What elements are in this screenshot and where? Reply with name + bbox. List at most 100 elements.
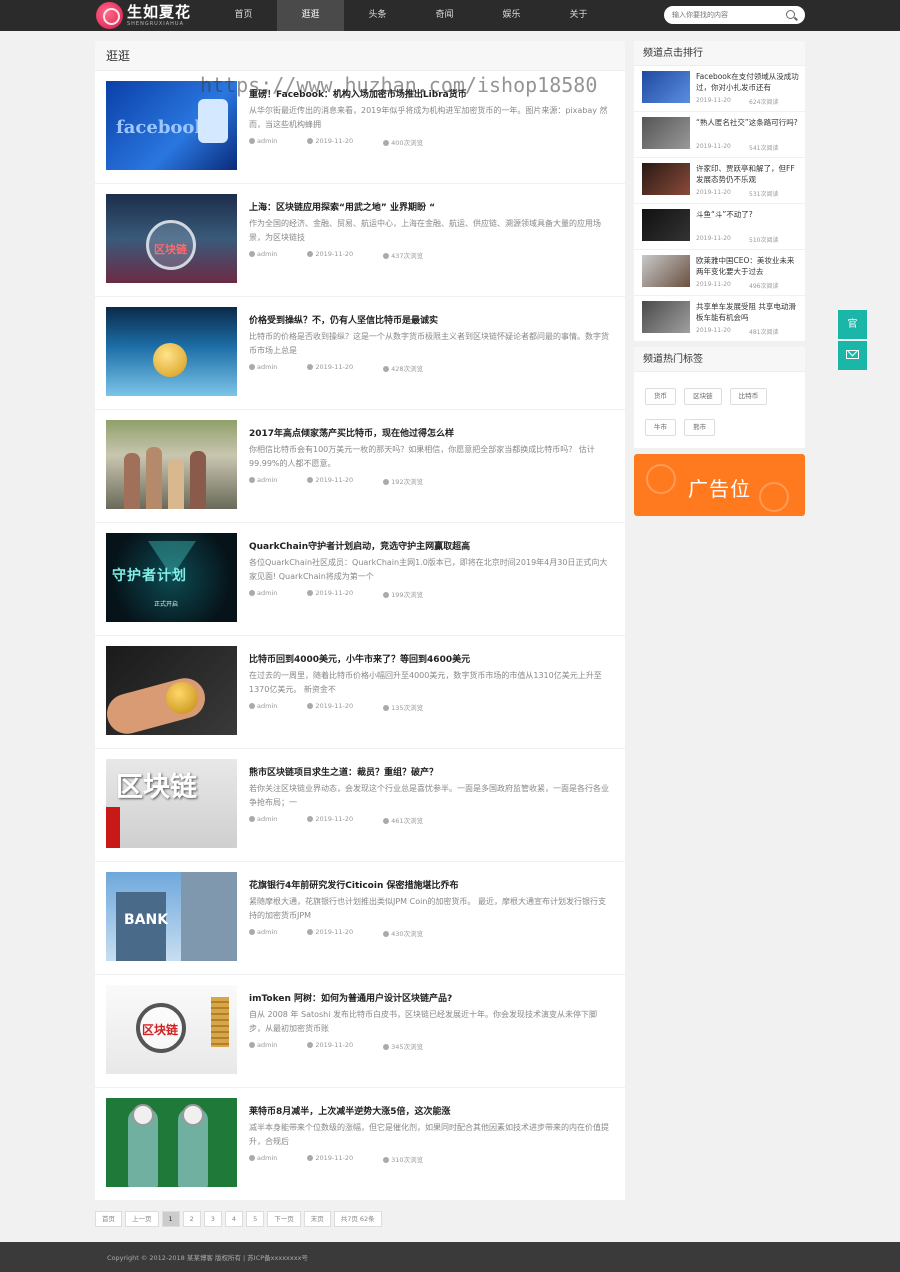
article-meta: admin 2019-11-20 430次浏览 [249,928,453,938]
thumbnail-text: BANK [124,912,169,928]
article-thumbnail[interactable]: 区块链 [106,759,237,848]
ranking-item[interactable]: 斗鱼“斗”不动了? 2019-11-20 510次阅读 [634,204,805,250]
article-excerpt: 自从 2008 年 Satoshi 发布比特币白皮书，区块链已经发展近十年。你会… [249,1010,598,1033]
ranking-item[interactable]: 许家印、贾跃亭和解了，但FF发展态势仍不乐观 2019-11-20 531次阅读 [634,158,805,204]
site-logo[interactable]: 生如夏花 SHENGRUXIAHUA [96,2,191,29]
tag-link[interactable]: 牛市 [645,419,676,436]
page-number[interactable]: 2 [182,1211,201,1227]
page-number[interactable]: 4 [224,1211,244,1227]
article-item[interactable]: 价格受到操纵？不，仍有人坚信比特币是最诚实 比特币的价格是否收到操纵？这是一个从… [95,297,625,410]
article-thumbnail[interactable] [106,646,237,735]
ranking-thumbnail[interactable] [642,163,690,195]
article-title[interactable]: 上海：区块链应用探索“用武之地” 业界期盼 “ [249,200,609,213]
ranking-thumbnail[interactable] [642,301,690,333]
ranking-thumbnail[interactable] [642,255,690,287]
nav-item-about[interactable]: 关于 [545,0,612,31]
article-title[interactable]: 莱特币8月减半，上次减半逆势大涨5倍，这次能涨 [249,1104,609,1117]
article-thumbnail[interactable]: 区块链 [106,194,237,283]
search-icon[interactable] [786,10,795,19]
eye-icon [383,253,390,259]
search-input[interactable] [672,9,782,21]
clock-icon [307,251,314,257]
article-thumbnail[interactable]: 区块链 [106,985,237,1074]
ranking-item-views: 541次阅读 [749,145,779,152]
article-thumbnail[interactable] [106,1098,237,1187]
article-author: admin [257,363,278,371]
clock-icon [307,703,314,709]
thumbnail-text: facebook [116,117,207,138]
tag-link[interactable]: 区块链 [684,388,722,405]
article-title[interactable]: QuarkChain守护者计划启动，竞选守护主网赢取超高 [249,539,609,552]
article-item[interactable]: 区块链 imToken 阿树：如何为普通用户设计区块链产品? 自从 2008 年… [95,975,625,1088]
clock-icon [307,364,314,370]
article-item[interactable]: 区块链 熊市区块链项目求生之道：裁员？重组？破产？ 若你关注区块链业界动态，会发… [95,749,625,862]
ranking-item-title[interactable]: 共享单车发展受阻 共享电动滑板车能有机会吗 [696,301,800,323]
ranking-thumbnail[interactable] [642,209,690,241]
article-title[interactable]: 2017年高点倾家荡产买比特币，现在他过得怎么样 [249,426,609,439]
ranking-item-title[interactable]: 欧莱雅中国CEO：美妆业未来两年变化要大于过去 [696,255,800,277]
article-thumbnail[interactable] [106,307,237,396]
article-item[interactable]: 守护者计划 正式开启 QuarkChain守护者计划启动，竞选守护主网赢取超高 各… [95,523,625,636]
page-next[interactable]: 下一页 [267,1211,301,1227]
page-number[interactable]: 5 [246,1211,265,1227]
tag-link[interactable]: 熊市 [684,419,716,436]
article-excerpt: 减半本身能带来个位数级的涨幅，但它是催化剂，如果同时配合其他因素如技术进步带来的… [249,1123,609,1146]
article-thumbnail[interactable]: 守护者计划 正式开启 [106,533,237,622]
ranking-item[interactable]: “熟人匿名社交”这条路可行吗? 2019-11-20 541次阅读 [634,112,805,158]
official-button[interactable]: 官 [838,310,867,339]
ranking-thumbnail[interactable] [642,117,690,149]
page-number[interactable]: 3 [203,1211,222,1227]
ranking-item-title[interactable]: 斗鱼“斗”不动了? [696,209,800,231]
article-item[interactable]: 2017年高点倾家荡产买比特币，现在他过得怎么样 你相信比特币会有100万美元一… [95,410,625,523]
article-title[interactable]: imToken 阿树：如何为普通用户设计区块链产品? [249,991,609,1004]
footer: Copyright © 2012-2018 某某博客 版权所有 | 苏ICP备x… [0,1242,900,1272]
nav-item-home[interactable]: 首页 [210,0,277,31]
article-title[interactable]: 比特币回到4000美元，小牛市来了？等回到4600美元 [249,652,609,665]
user-icon [249,477,255,483]
nav-item-headlines[interactable]: 头条 [344,0,411,31]
article-item[interactable]: 区块链 上海：区块链应用探索“用武之地” 业界期盼 “ 作为全国的经济、金融、贸… [95,184,625,297]
article-title[interactable]: 熊市区块链项目求生之道：裁员？重组？破产？ [249,765,609,778]
thumbnail-subtext: 正式开启 [154,601,179,608]
article-title[interactable]: 价格受到操纵？不，仍有人坚信比特币是最诚实 [249,313,609,326]
bitcoin-image [166,682,198,714]
ranking-item[interactable]: 共享单车发展受阻 共享电动滑板车能有机会吗 2019-11-20 481次阅读 [634,296,805,342]
ranking-thumbnail[interactable] [642,71,690,103]
ranking-item-title[interactable]: Facebook在支付领域从没成功过，你对小扎发币还有 [696,71,800,93]
nav-item-entertainment[interactable]: 娱乐 [478,0,545,31]
article-thumbnail[interactable]: BANK [106,872,237,961]
article-author: admin [257,1041,278,1049]
page-first[interactable]: 首页 [95,1211,122,1227]
clock-icon [307,477,314,483]
clock-icon [307,929,314,935]
clock-icon [307,138,314,144]
ranking-item-title[interactable]: “熟人匿名社交”这条路可行吗? [696,117,800,139]
article-date: 2019-11-20 [315,589,354,597]
clock-icon [307,816,314,822]
page-prev[interactable]: 上一页 [125,1211,159,1227]
nav-item-browse[interactable]: 逛逛 [277,0,344,31]
mail-button[interactable] [838,341,867,370]
article-item[interactable]: 莱特币8月减半，上次减半逆势大涨5倍，这次能涨 减半本身能带来个位数级的涨幅，但… [95,1088,625,1201]
article-title[interactable]: 花旗银行4年前研究发行Citicoin 保密措施堪比乔布 [249,878,609,891]
ranking-item-title[interactable]: 许家印、贾跃亭和解了，但FF发展态势仍不乐观 [696,163,800,185]
page-number-current[interactable]: 1 [161,1211,180,1227]
page-last[interactable]: 末页 [303,1211,331,1227]
tag-cloud: 货币 区块链 比特币 牛市 熊市 [645,383,800,445]
article-excerpt: 若你关注区块链业界动态，会发现这个行业总是喜忧参半。一面是多国政府监管收紧，一面… [249,784,609,807]
ad-banner[interactable]: 广告位 [634,454,805,516]
article-excerpt: 作为全国的经济、金融、贸易、航运中心，上海在金融、航运、供应链、溯源领域具备大量… [249,219,601,242]
nav-item-oddities[interactable]: 奇闻 [411,0,478,31]
article-date: 2019-11-20 [315,363,354,371]
eye-icon [383,1044,390,1050]
ranking-item[interactable]: 欧莱雅中国CEO：美妆业未来两年变化要大于过去 2019-11-20 496次阅… [634,250,805,296]
article-item[interactable]: BANK 花旗银行4年前研究发行Citicoin 保密措施堪比乔布 紧随摩根大通… [95,862,625,975]
hot-tags-panel: 频道热门标签 货币 区块链 比特币 牛市 熊市 [634,347,805,448]
logo-name: 生如夏花 [127,3,192,21]
tag-link[interactable]: 比特币 [729,388,768,405]
tag-link[interactable]: 货币 [645,388,676,405]
article-thumbnail[interactable] [106,420,237,509]
article-item[interactable]: 比特币回到4000美元，小牛市来了？等回到4600美元 在过去的一周里，随着比特… [95,636,625,749]
click-ranking-panel: 频道点击排行 Facebook在支付领域从没成功过，你对小扎发币还有 2019-… [634,41,805,341]
ranking-item[interactable]: Facebook在支付领域从没成功过，你对小扎发币还有 2019-11-20 6… [634,66,805,112]
